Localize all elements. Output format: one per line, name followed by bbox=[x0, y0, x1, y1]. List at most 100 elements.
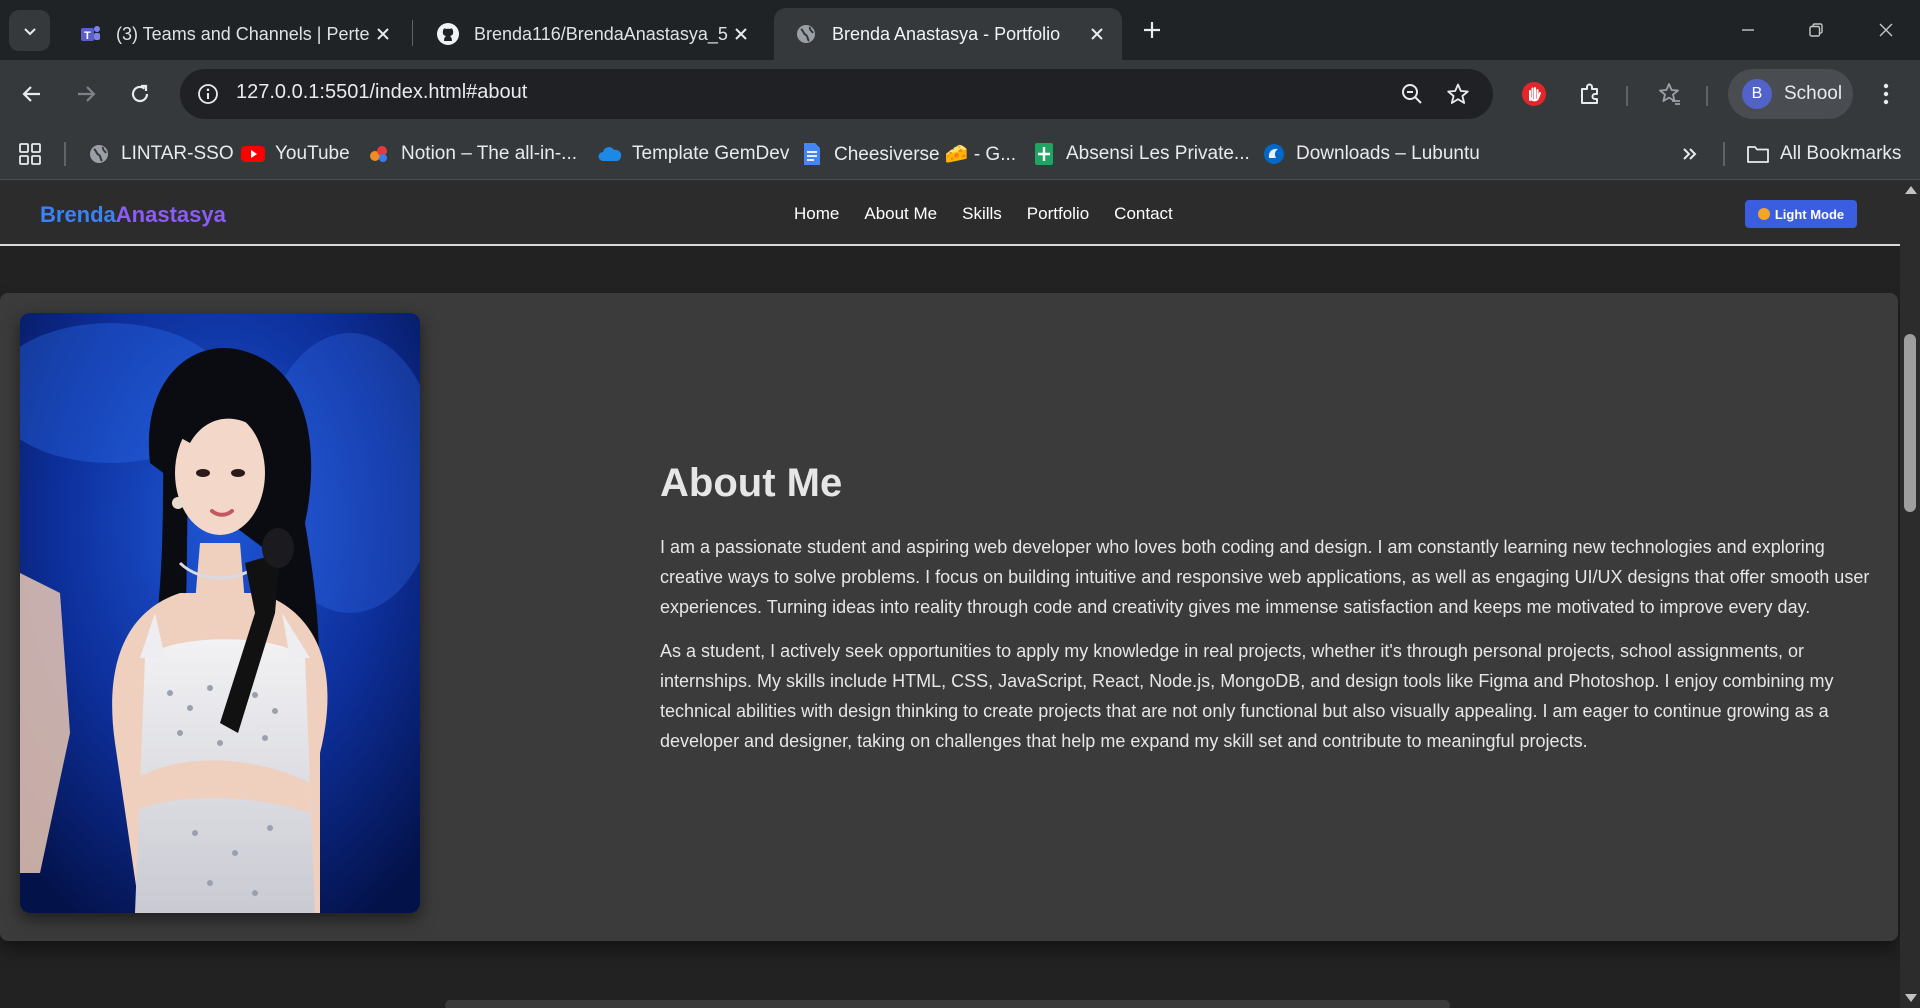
scrollbar-thumb[interactable] bbox=[1904, 334, 1916, 512]
toolbar-separator bbox=[1706, 86, 1708, 106]
about-paragraph: As a student, I actively seek opportunit… bbox=[660, 641, 1834, 751]
bookmark-label: Notion – The all-in-... bbox=[401, 143, 578, 164]
site-navbar: BrendaAnastasya Home About Me Skills Por… bbox=[0, 180, 1900, 246]
bookmark-template-gemdev[interactable]: Template GemDev bbox=[598, 138, 789, 170]
bookmark-label: LINTAR-SSO bbox=[121, 143, 234, 164]
chevron-down-icon bbox=[23, 27, 36, 35]
more-vert-icon bbox=[1883, 83, 1889, 105]
scroll-up-arrow-icon[interactable] bbox=[1905, 186, 1917, 194]
bookmark-cheesiverse[interactable]: Cheesiverse 🧀 - G... bbox=[800, 138, 1016, 170]
about-text-block: About Me I am a passionate student and a… bbox=[660, 461, 1880, 770]
tab-title: Brenda116/BrendaAnastasya_5 bbox=[474, 23, 728, 44]
sun-icon bbox=[1757, 208, 1770, 220]
close-icon[interactable] bbox=[728, 21, 754, 47]
bookmark-notion[interactable]: Notion – The all-in-... bbox=[367, 138, 577, 170]
nav-contact-link[interactable]: Contact bbox=[1114, 204, 1173, 224]
bookmark-label: Template GemDev bbox=[632, 143, 790, 164]
tab-portfolio[interactable]: Brenda Anastasya - Portfolio bbox=[774, 8, 1122, 60]
nav-about-link[interactable]: About Me bbox=[864, 204, 937, 224]
reload-button[interactable] bbox=[122, 76, 158, 112]
nav-links: Home About Me Skills Portfolio Contact bbox=[794, 204, 1173, 224]
bookmark-label: YouTube bbox=[275, 143, 350, 164]
all-bookmarks-button[interactable]: All Bookmarks bbox=[1746, 138, 1901, 170]
nav-skills-link[interactable]: Skills bbox=[962, 204, 1002, 224]
page-viewport: BrendaAnastasya Home About Me Skills Por… bbox=[0, 180, 1900, 1008]
tab-strip: T (3) Teams and Channels | Perten Brenda… bbox=[0, 0, 1920, 60]
bookmark-absensi[interactable]: Absensi Les Private... bbox=[1032, 138, 1250, 170]
bookmarks-bar: LINTAR-SSO YouTube Notion – The all-in-.… bbox=[0, 128, 1920, 180]
more-bookmarks-icon[interactable] bbox=[1676, 140, 1704, 168]
profile-photo-image bbox=[20, 313, 420, 913]
bookmark-star-icon[interactable] bbox=[1445, 81, 1471, 107]
profile-photo bbox=[20, 313, 420, 913]
about-title: About Me bbox=[660, 461, 843, 505]
tab-teams[interactable]: T (3) Teams and Channels | Perten bbox=[58, 8, 408, 60]
tab-github[interactable]: Brenda116/BrendaAnastasya_5 bbox=[416, 8, 766, 60]
bookmark-downloads-lubuntu[interactable]: Downloads – Lubuntu bbox=[1262, 138, 1480, 170]
tab-title: (3) Teams and Channels | Perten bbox=[116, 23, 370, 44]
about-section: About Me I am a passionate student and a… bbox=[0, 293, 1898, 941]
bookmark-label: Cheesiverse 🧀 - G... bbox=[834, 144, 1017, 165]
tab-title: Brenda Anastasya - Portfolio bbox=[832, 23, 1061, 44]
nav-portfolio-link[interactable]: Portfolio bbox=[1027, 204, 1089, 224]
close-icon bbox=[1879, 23, 1893, 37]
avatar: B bbox=[1742, 79, 1772, 109]
bookmark-youtube[interactable]: YouTube bbox=[241, 138, 350, 170]
close-window-button[interactable] bbox=[1862, 10, 1910, 50]
bookmark-lintar-sso[interactable]: LINTAR-SSO bbox=[87, 138, 234, 170]
tab-separator bbox=[412, 20, 413, 46]
reload-icon bbox=[131, 84, 149, 103]
bookmarks-separator bbox=[1723, 142, 1725, 166]
github-icon bbox=[436, 22, 460, 46]
next-section-edge bbox=[445, 1000, 1450, 1008]
browser-toolbar: 127.0.0.1:5501/index.html#about B School bbox=[0, 60, 1920, 128]
reading-list-icon[interactable] bbox=[1653, 78, 1685, 110]
restore-icon bbox=[1809, 23, 1823, 37]
bookmark-label: Absensi Les Private... bbox=[1066, 143, 1250, 164]
minimize-icon bbox=[1742, 29, 1754, 31]
bookmark-label: Downloads – Lubuntu bbox=[1296, 143, 1480, 164]
plus-icon bbox=[1144, 22, 1160, 38]
profile-name: School bbox=[1784, 83, 1843, 104]
adblock-extension-icon[interactable] bbox=[1518, 78, 1550, 110]
arrow-left-icon bbox=[22, 86, 40, 102]
all-bookmarks-label: All Bookmarks bbox=[1780, 143, 1902, 164]
apps-grid-icon[interactable] bbox=[16, 140, 44, 168]
docs-icon bbox=[800, 142, 824, 166]
minimize-button[interactable] bbox=[1724, 10, 1772, 50]
globe-icon bbox=[794, 22, 818, 46]
back-button[interactable] bbox=[14, 76, 50, 112]
sheets-icon bbox=[1032, 142, 1056, 166]
zoom-icon[interactable] bbox=[1399, 81, 1425, 107]
extensions-icon[interactable] bbox=[1574, 78, 1606, 110]
toolbar-separator bbox=[1626, 86, 1628, 106]
about-paragraph: I am a passionate student and aspiring w… bbox=[660, 537, 1870, 617]
site-info-icon[interactable] bbox=[194, 80, 222, 108]
globe-icon bbox=[87, 142, 111, 166]
url-text[interactable]: 127.0.0.1:5501/index.html#about bbox=[236, 81, 527, 104]
arrow-right-icon bbox=[78, 86, 96, 102]
close-icon[interactable] bbox=[370, 21, 396, 47]
site-logo[interactable]: BrendaAnastasya bbox=[40, 202, 226, 228]
notion-icon bbox=[367, 142, 391, 166]
lubuntu-icon bbox=[1262, 142, 1286, 166]
close-icon[interactable] bbox=[1084, 21, 1110, 47]
teams-icon: T bbox=[78, 22, 102, 46]
browser-menu-button[interactable] bbox=[1870, 78, 1902, 110]
svg-text:T: T bbox=[84, 30, 91, 42]
address-bar[interactable]: 127.0.0.1:5501/index.html#about bbox=[180, 69, 1493, 119]
logo-part-anastasya: Anastasya bbox=[115, 202, 226, 227]
scroll-down-arrow-icon[interactable] bbox=[1905, 994, 1917, 1002]
restore-button[interactable] bbox=[1792, 10, 1840, 50]
onedrive-icon bbox=[598, 142, 622, 166]
profile-button[interactable]: B School bbox=[1728, 69, 1853, 119]
theme-button-label: Light Mode bbox=[1774, 206, 1845, 222]
forward-button[interactable] bbox=[68, 76, 104, 112]
nav-home-link[interactable]: Home bbox=[794, 204, 839, 224]
tab-search-button[interactable] bbox=[9, 10, 50, 51]
logo-part-brenda: Brenda bbox=[40, 202, 116, 227]
light-mode-toggle-button[interactable]: Light Mode bbox=[1745, 200, 1857, 228]
folder-icon bbox=[1746, 142, 1770, 166]
new-tab-button[interactable] bbox=[1136, 14, 1168, 46]
page-scrollbar[interactable] bbox=[1900, 180, 1920, 1008]
